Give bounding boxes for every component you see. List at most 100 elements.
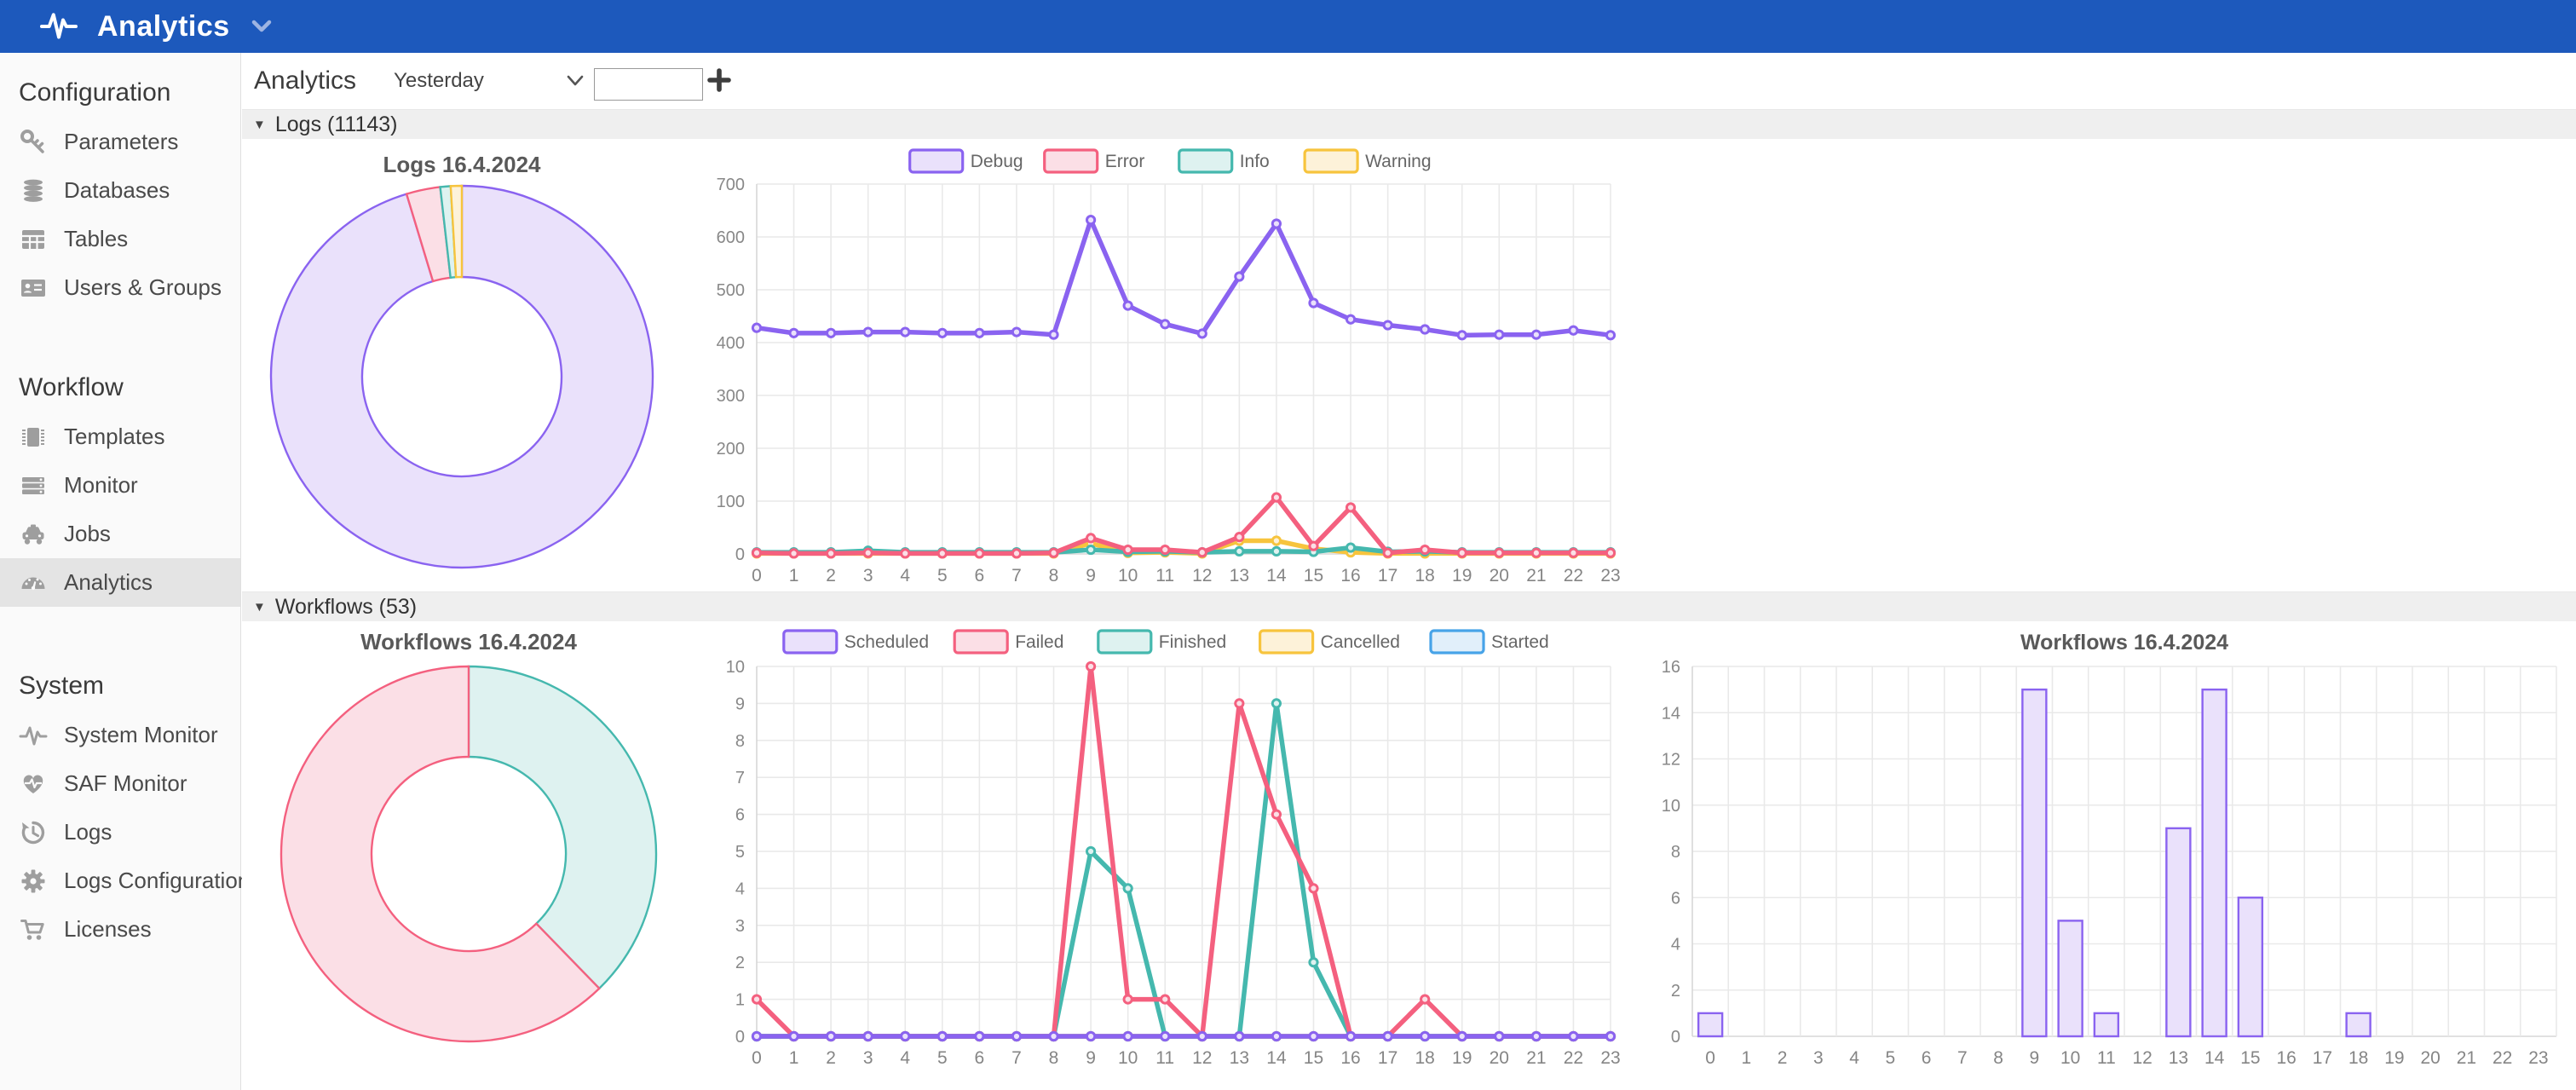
heart-pulse-icon — [19, 770, 48, 799]
sidebar-item-label: Parameters — [64, 129, 178, 155]
svg-text:16: 16 — [1340, 1048, 1360, 1068]
svg-text:16: 16 — [1662, 658, 1680, 677]
svg-text:8: 8 — [735, 732, 745, 751]
sidebar-item-parameters[interactable]: Parameters — [0, 118, 240, 166]
history-icon — [19, 818, 48, 847]
svg-text:4: 4 — [735, 879, 745, 898]
svg-text:Finished: Finished — [1159, 632, 1226, 652]
svg-text:9: 9 — [1086, 566, 1096, 585]
sidebar-item-monitor[interactable]: Monitor — [0, 461, 240, 510]
legend-item-scheduled[interactable]: Scheduled — [784, 631, 929, 653]
workflows-section-header[interactable]: ▼ Workflows (53) — [242, 591, 2576, 621]
svg-text:Failed: Failed — [1015, 632, 1063, 652]
sidebar-item-label: System Monitor — [64, 722, 218, 748]
workflows-panel: Workflows 16.4.2024 01234567891001234567… — [242, 622, 2576, 1090]
server-icon — [19, 471, 48, 500]
workflows-donut-chart: Workflows 16.4.2024 — [256, 626, 673, 1090]
svg-text:21: 21 — [2457, 1048, 2476, 1068]
app-logo-pulse-icon — [32, 9, 85, 43]
legend-item-finished[interactable]: Finished — [1098, 631, 1226, 653]
bar-hour-9 — [2022, 689, 2046, 1036]
svg-text:16: 16 — [1340, 566, 1360, 585]
collapse-triangle-icon: ▼ — [253, 600, 266, 614]
add-button[interactable] — [706, 67, 732, 93]
legend-item-failed[interactable]: Failed — [954, 631, 1063, 653]
chip-icon — [19, 423, 48, 452]
svg-text:300: 300 — [717, 387, 745, 406]
svg-text:12: 12 — [2132, 1048, 2152, 1068]
svg-text:23: 23 — [1600, 1048, 1620, 1068]
app-title: Analytics — [97, 10, 230, 43]
collapse-triangle-icon: ▼ — [253, 118, 266, 132]
app-menu-chevron-down-icon[interactable] — [249, 18, 274, 35]
svg-text:21: 21 — [1526, 1048, 1546, 1068]
svg-text:13: 13 — [1230, 1048, 1249, 1068]
svg-text:4: 4 — [1849, 1048, 1859, 1068]
svg-text:700: 700 — [717, 176, 745, 194]
svg-text:19: 19 — [2384, 1048, 2404, 1068]
legend-item-warning[interactable]: Warning — [1305, 150, 1431, 172]
svg-text:1: 1 — [789, 1048, 799, 1068]
sidebar-item-jobs[interactable]: Jobs — [0, 510, 240, 558]
legend-item-info[interactable]: Info — [1179, 150, 1270, 172]
sidebar-item-analytics[interactable]: Analytics — [0, 558, 240, 607]
donut-slice-finished — [469, 666, 656, 989]
car-icon — [19, 520, 48, 549]
sidebar-item-logs-configuration[interactable]: Logs Configuration — [0, 856, 240, 905]
analytics-app: Analytics Configuration Parameters Datab… — [0, 0, 2576, 1090]
time-range-select[interactable]: Yesterday — [394, 69, 585, 93]
logs-panel: Logs 16.4.2024 0100200300400500600700012… — [242, 139, 2576, 591]
svg-text:20: 20 — [2420, 1048, 2440, 1068]
new-analytics-input[interactable] — [594, 68, 703, 101]
sidebar-item-label: Logs — [64, 819, 112, 845]
svg-text:23: 23 — [2528, 1048, 2548, 1068]
workflows-line-chart: 0123456789100123456789101112131415161718… — [707, 626, 1636, 1090]
logs-section-label: Logs (11143) — [275, 112, 398, 137]
svg-text:17: 17 — [1378, 566, 1397, 585]
group-label-configuration: Configuration — [0, 53, 240, 118]
sidebar-item-tables[interactable]: Tables — [0, 215, 240, 263]
sidebar-item-system-monitor[interactable]: System Monitor — [0, 711, 240, 759]
svg-text:0: 0 — [752, 566, 762, 585]
svg-text:Cancelled: Cancelled — [1321, 632, 1400, 652]
sidebar-group-system: System System Monitor SAF Monitor Logs — [0, 607, 240, 954]
logs-section-header[interactable]: ▼ Logs (11143) — [242, 109, 2576, 139]
svg-text:22: 22 — [2492, 1048, 2512, 1068]
svg-text:2: 2 — [1671, 982, 1680, 1001]
bar-hour-18 — [2347, 1013, 2371, 1036]
bar-hour-0 — [1698, 1013, 1722, 1036]
svg-text:5: 5 — [1886, 1048, 1896, 1068]
sidebar-item-databases[interactable]: Databases — [0, 166, 240, 215]
svg-text:17: 17 — [2313, 1048, 2332, 1068]
sidebar-item-saf-monitor[interactable]: SAF Monitor — [0, 759, 240, 808]
bar-hour-15 — [2239, 897, 2262, 1036]
svg-text:18: 18 — [1415, 566, 1434, 585]
svg-text:5: 5 — [937, 1048, 948, 1068]
key-icon — [19, 128, 48, 157]
sidebar-item-label: Templates — [64, 424, 165, 450]
svg-text:600: 600 — [717, 228, 745, 247]
svg-text:7: 7 — [1011, 1048, 1022, 1068]
sidebar-item-templates[interactable]: Templates — [0, 412, 240, 461]
legend-item-debug[interactable]: Debug — [910, 150, 1023, 172]
svg-text:19: 19 — [1452, 566, 1472, 585]
legend-item-cancelled[interactable]: Cancelled — [1260, 631, 1400, 653]
legend-item-error[interactable]: Error — [1045, 150, 1145, 172]
sidebar-item-logs[interactable]: Logs — [0, 808, 240, 856]
svg-text:10: 10 — [1662, 797, 1680, 816]
sidebar-item-licenses[interactable]: Licenses — [0, 905, 240, 954]
table-icon — [19, 225, 48, 254]
sidebar-item-users-groups[interactable]: Users & Groups — [0, 263, 240, 312]
svg-text:1: 1 — [789, 566, 799, 585]
logs-donut-chart: Logs 16.4.2024 — [256, 141, 673, 588]
svg-text:Workflows 16.4.2024: Workflows 16.4.2024 — [360, 629, 577, 655]
svg-text:13: 13 — [2169, 1048, 2188, 1068]
bar-hour-10 — [2059, 920, 2083, 1036]
svg-text:8: 8 — [1049, 1048, 1059, 1068]
svg-text:Warning: Warning — [1365, 152, 1431, 171]
legend-item-started[interactable]: Started — [1431, 631, 1549, 653]
svg-text:4: 4 — [900, 566, 910, 585]
svg-text:5: 5 — [735, 843, 745, 862]
svg-text:0: 0 — [1705, 1048, 1715, 1068]
svg-text:9: 9 — [2030, 1048, 2040, 1068]
